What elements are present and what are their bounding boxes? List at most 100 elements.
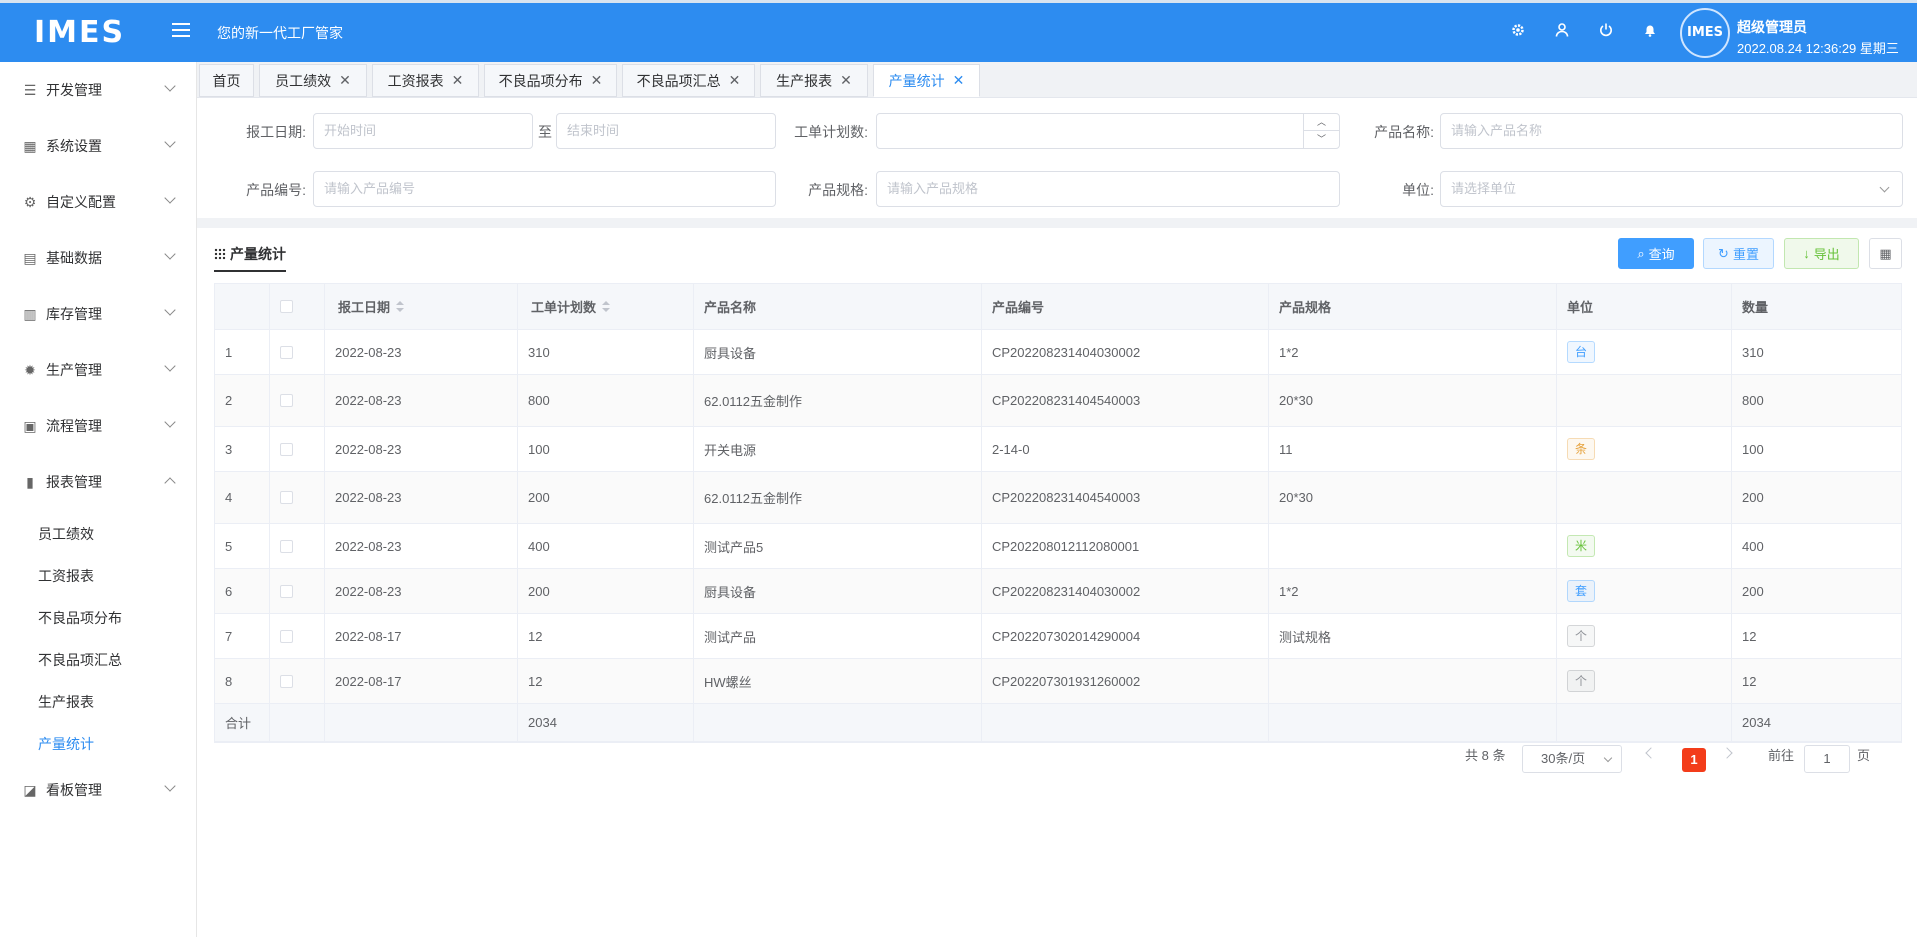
table-row[interactable]: 2 2022-08-23 800 62.0112五金制作 CP2022082314045… — [215, 375, 1901, 427]
close-icon[interactable]: ✕ — [729, 72, 741, 89]
power-icon[interactable] — [1596, 22, 1616, 42]
tab-defect-summary[interactable]: 不良品项汇总 ✕ — [622, 64, 755, 97]
sidebar-subitem-output-stats[interactable]: 产量统计 — [38, 734, 94, 754]
row-checkbox[interactable] — [280, 442, 293, 456]
date-range-separator: 至 — [538, 124, 552, 140]
card-title: 产量统计 — [214, 244, 286, 272]
product-name-label: 产品名称: — [1374, 124, 1434, 140]
user-name[interactable]: 超级管理员 — [1737, 17, 1807, 37]
tab-defect-distribution[interactable]: 不良品项分布 ✕ — [484, 64, 617, 97]
row-checkbox[interactable] — [280, 584, 293, 598]
header-plan-qty[interactable]: 工单计划数 — [518, 284, 694, 329]
table-row[interactable]: 7 2022-08-17 12 测试产品 CP202207302014290004 测试规… — [215, 614, 1901, 659]
summary-cell — [270, 704, 325, 741]
app-logo[interactable]: IMES — [34, 17, 125, 49]
table-row[interactable]: 8 2022-08-17 12 HW螺丝 CP202207301931260002 个 12 — [215, 659, 1901, 704]
close-icon[interactable]: ✕ — [840, 72, 852, 89]
cell-select — [270, 427, 325, 471]
cell-select — [270, 330, 325, 374]
close-icon[interactable]: ✕ — [953, 72, 965, 89]
tab-employee-performance[interactable]: 员工绩效 ✕ — [259, 64, 367, 97]
goto-page-input[interactable]: 1 — [1804, 745, 1850, 773]
tab-home[interactable]: 首页 — [199, 64, 254, 97]
unit-select-placeholder: 请选择单位 — [1451, 181, 1517, 196]
sidebar-subitem-defect-distribution[interactable]: 不良品项分布 — [38, 608, 122, 628]
sidebar-item-inventory[interactable]: ▥ 库存管理 — [0, 286, 196, 342]
row-checkbox[interactable] — [280, 539, 293, 553]
sidebar-item-custom-config[interactable]: ⚙ 自定义配置 — [0, 174, 196, 230]
product-spec-input[interactable]: 请输入产品规格 — [876, 171, 1340, 207]
sidebar-item-workflow[interactable]: ▣ 流程管理 — [0, 398, 196, 454]
tab-production-report[interactable]: 生产报表 ✕ — [760, 64, 868, 97]
row-checkbox[interactable] — [280, 629, 293, 643]
sidebar-subitem-defect-summary[interactable]: 不良品项汇总 — [38, 650, 122, 670]
tab-output-stats[interactable]: 产量统计 ✕ — [873, 64, 980, 97]
sidebar-item-system[interactable]: ▦ 系统设置 — [0, 118, 196, 174]
end-date-input[interactable]: 结束时间 — [556, 113, 776, 149]
table-row[interactable]: 6 2022-08-23 200 厨具设备 CP202208231404030002 1*… — [215, 569, 1901, 614]
sidebar-item-production[interactable]: ✹ 生产管理 — [0, 342, 196, 398]
header-product-name: 产品名称 — [694, 284, 982, 329]
sort-icon[interactable] — [602, 300, 611, 313]
product-code-input[interactable]: 请输入产品编号 — [313, 171, 776, 207]
cell-product-code: CP202208231404030002 — [982, 569, 1269, 613]
plan-qty-input[interactable]: ︿ ﹀ — [876, 113, 1340, 149]
stepper-up-icon[interactable]: ︿ — [1304, 114, 1339, 131]
sidebar-subitem-salary-report[interactable]: 工资报表 — [38, 566, 94, 586]
sidebar-item-base-data[interactable]: ▤ 基础数据 — [0, 230, 196, 286]
row-checkbox[interactable] — [280, 674, 293, 688]
page-number-current[interactable]: 1 — [1682, 748, 1706, 772]
close-icon[interactable]: ✕ — [591, 72, 603, 89]
cell-unit: 个 — [1557, 614, 1732, 658]
header-select-all — [270, 284, 325, 329]
sidebar-subitem-production-report[interactable]: 生产报表 — [38, 692, 94, 712]
cell-product-name: 测试产品5 — [694, 524, 982, 568]
cell-unit — [1557, 375, 1732, 426]
tab-label: 不良品项分布 — [498, 72, 583, 89]
unit-select[interactable]: 请选择单位 — [1440, 171, 1903, 207]
prev-page-icon[interactable] — [1645, 747, 1657, 759]
table-row[interactable]: 4 2022-08-23 200 62.0112五金制作 CP2022082314045… — [215, 472, 1901, 524]
settings-icon[interactable] — [1508, 22, 1528, 42]
summary-cell — [982, 704, 1269, 741]
sidebar-item-dashboard[interactable]: ◪ 看板管理 — [0, 762, 196, 818]
tab-salary-report[interactable]: 工资报表 ✕ — [372, 64, 479, 97]
sidebar-subitem-employee-performance[interactable]: 员工绩效 — [38, 524, 94, 544]
header-report-date[interactable]: 报工日期 — [325, 284, 518, 329]
query-button[interactable]: ⌕ 查询 — [1618, 238, 1694, 269]
sidebar-item-dev[interactable]: ☰ 开发管理 — [0, 62, 196, 118]
header-label: 报工日期 — [338, 300, 391, 315]
table-row[interactable]: 5 2022-08-23 400 测试产品5 CP202208012112080001 米… — [215, 524, 1901, 569]
column-settings-button[interactable]: ▦ — [1869, 238, 1902, 269]
export-button[interactable]: ↓ 导出 — [1784, 238, 1859, 269]
sidebar-item-label: 报表管理 — [46, 474, 102, 490]
sort-icon[interactable] — [396, 300, 405, 313]
cell-unit: 个 — [1557, 659, 1732, 703]
start-date-input[interactable]: 开始时间 — [313, 113, 533, 149]
next-page-icon[interactable] — [1721, 747, 1733, 759]
close-icon[interactable]: ✕ — [452, 72, 464, 89]
table-row[interactable]: 1 2022-08-23 310 厨具设备 CP202208231404030002 1*… — [215, 330, 1901, 375]
stepper-down-icon[interactable]: ﹀ — [1304, 131, 1339, 148]
row-checkbox[interactable] — [280, 491, 293, 504]
table-row[interactable]: 3 2022-08-23 100 开关电源 2-14-0 11 条 100 — [215, 427, 1901, 472]
row-checkbox[interactable] — [280, 394, 293, 407]
cell-product-spec: 20*30 — [1269, 472, 1557, 523]
cell-product-name: 测试产品 — [694, 614, 982, 658]
user-icon[interactable] — [1552, 22, 1572, 42]
page-size-select[interactable]: 30条/页 — [1522, 745, 1622, 773]
unit-label: 单位: — [1402, 182, 1434, 198]
bell-icon[interactable] — [1640, 22, 1660, 42]
top-header: IMES 您的新一代工厂管家 IMES 超级管理员 2022.08.24 12:… — [0, 0, 1917, 62]
quantity-stepper[interactable]: ︿ ﹀ — [1303, 114, 1339, 148]
close-icon[interactable]: ✕ — [339, 72, 351, 89]
product-code-label: 产品编号: — [246, 182, 306, 198]
menu-toggle-icon[interactable] — [172, 23, 190, 39]
product-name-input[interactable]: 请输入产品名称 — [1440, 113, 1903, 149]
reset-button[interactable]: ↻ 重置 — [1703, 238, 1774, 269]
sidebar-item-reports[interactable]: ▮ 报表管理 — [0, 454, 196, 510]
tab-label: 首页 — [212, 72, 241, 89]
select-all-checkbox[interactable] — [280, 300, 293, 313]
avatar[interactable]: IMES — [1680, 8, 1730, 58]
row-checkbox[interactable] — [280, 345, 293, 359]
